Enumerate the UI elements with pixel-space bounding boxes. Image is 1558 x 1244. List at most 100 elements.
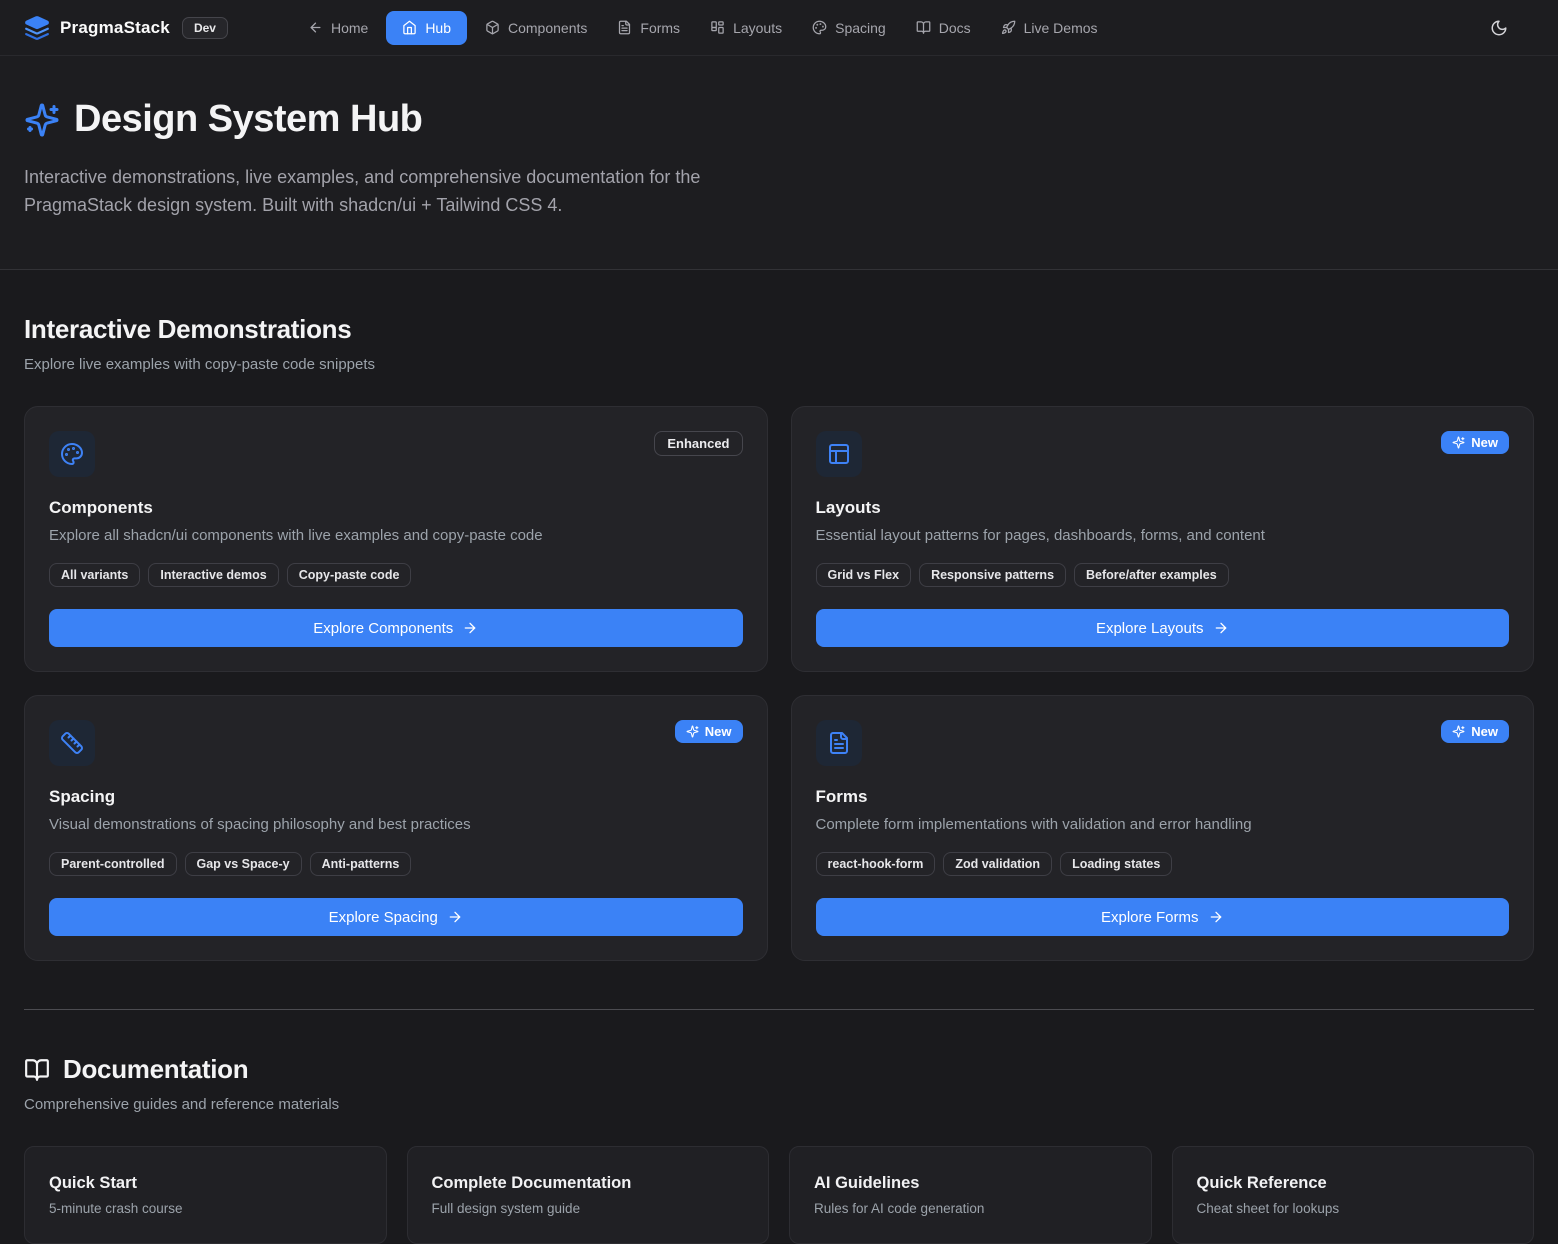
doc-card-complete-documentation[interactable]: Complete Documentation Full design syste…	[407, 1146, 770, 1244]
nav-item-hub[interactable]: Hub	[386, 11, 467, 45]
nav-item-components[interactable]: Components	[473, 12, 599, 44]
nav-item-layouts[interactable]: Layouts	[698, 12, 794, 44]
doc-card-description: 5-minute crash course	[49, 1201, 362, 1216]
nav-item-live-demos[interactable]: Live Demos	[989, 12, 1110, 44]
nav-item-spacing[interactable]: Spacing	[800, 12, 898, 44]
status-badge: Enhanced	[654, 431, 742, 456]
documentation-section-head: Documentation Comprehensive guides and r…	[24, 1054, 1534, 1113]
tag: Before/after examples	[1074, 563, 1229, 587]
tag: Gap vs Space-y	[185, 852, 302, 876]
card-title: Layouts	[816, 498, 1510, 518]
nav-label: Hub	[425, 20, 451, 36]
nav-label: Docs	[939, 20, 971, 36]
button-label: Explore Spacing	[329, 909, 438, 926]
tag: Responsive patterns	[919, 563, 1066, 587]
package-icon	[485, 20, 500, 35]
button-label: Explore Layouts	[1096, 620, 1204, 637]
hero-section: Design System Hub Interactive demonstrat…	[0, 56, 1558, 270]
demo-card-components: Enhanced Components Explore all shadcn/u…	[24, 406, 768, 672]
nav-item-forms[interactable]: Forms	[605, 12, 692, 44]
page-description: Interactive demonstrations, live example…	[24, 163, 764, 219]
nav-label: Components	[508, 20, 587, 36]
moon-icon	[1490, 19, 1508, 37]
arrow-right-icon	[1213, 620, 1229, 636]
nav-label: Spacing	[835, 20, 886, 36]
tag: Copy-paste code	[287, 563, 412, 587]
tag: Parent-controlled	[49, 852, 177, 876]
theme-toggle-button[interactable]	[1482, 11, 1516, 45]
book-open-icon	[916, 20, 931, 35]
documentation-heading: Documentation	[63, 1054, 248, 1085]
tag: Grid vs Flex	[816, 563, 912, 587]
sparkles-icon	[1452, 436, 1465, 449]
doc-card-title: Quick Start	[49, 1174, 362, 1193]
arrow-right-icon	[447, 909, 463, 925]
tag: react-hook-form	[816, 852, 936, 876]
button-label: Explore Components	[313, 620, 453, 637]
arrow-right-icon	[462, 620, 478, 636]
button-label: Explore Forms	[1101, 909, 1199, 926]
doc-card-title: AI Guidelines	[814, 1174, 1127, 1193]
nav-label: Forms	[640, 20, 680, 36]
tag: All variants	[49, 563, 140, 587]
brand[interactable]: PragmaStack	[24, 15, 170, 41]
nav-item-home[interactable]: Home	[296, 12, 380, 44]
card-description: Complete form implementations with valid…	[816, 816, 1510, 833]
doc-card-title: Quick Reference	[1197, 1174, 1510, 1193]
nav-label: Live Demos	[1024, 20, 1098, 36]
main-nav: Home Hub Components Forms Layouts	[296, 11, 1110, 45]
nav-label: Home	[331, 20, 368, 36]
demo-card-grid: Enhanced Components Explore all shadcn/u…	[24, 406, 1534, 961]
panels-icon	[816, 431, 862, 477]
explore-layouts-button[interactable]: Explore Layouts	[816, 609, 1510, 647]
arrow-right-icon	[1208, 909, 1224, 925]
env-badge: Dev	[182, 17, 228, 39]
demo-card-forms: New Forms Complete form implementations …	[791, 695, 1535, 961]
card-description: Essential layout patterns for pages, das…	[816, 527, 1510, 544]
card-title: Forms	[816, 787, 1510, 807]
card-description: Visual demonstrations of spacing philoso…	[49, 816, 743, 833]
palette-icon	[812, 20, 827, 35]
sparkles-icon	[1452, 725, 1465, 738]
nav-label: Layouts	[733, 20, 782, 36]
main-content: Interactive Demonstrations Explore live …	[0, 314, 1558, 1244]
book-open-icon	[24, 1057, 50, 1083]
page-title: Design System Hub	[74, 98, 422, 141]
explore-forms-button[interactable]: Explore Forms	[816, 898, 1510, 936]
sparkles-icon	[686, 725, 699, 738]
doc-card-quick-reference[interactable]: Quick Reference Cheat sheet for lookups	[1172, 1146, 1535, 1244]
sparkles-icon	[24, 102, 60, 138]
doc-card-description: Rules for AI code generation	[814, 1201, 1127, 1216]
ruler-icon	[49, 720, 95, 766]
status-badge: New	[1441, 720, 1509, 743]
explore-components-button[interactable]: Explore Components	[49, 609, 743, 647]
doc-card-description: Cheat sheet for lookups	[1197, 1201, 1510, 1216]
doc-card-ai-guidelines[interactable]: AI Guidelines Rules for AI code generati…	[789, 1146, 1152, 1244]
tag: Interactive demos	[148, 563, 278, 587]
status-badge: New	[1441, 431, 1509, 454]
brand-name: PragmaStack	[60, 18, 170, 38]
nav-item-docs[interactable]: Docs	[904, 12, 983, 44]
status-badge: New	[675, 720, 743, 743]
file-text-icon	[617, 20, 632, 35]
tag: Loading states	[1060, 852, 1172, 876]
demo-card-spacing: New Spacing Visual demonstrations of spa…	[24, 695, 768, 961]
demos-section-head: Interactive Demonstrations Explore live …	[24, 314, 1534, 373]
badge-label: New	[705, 724, 732, 739]
explore-spacing-button[interactable]: Explore Spacing	[49, 898, 743, 936]
doc-card-title: Complete Documentation	[432, 1174, 745, 1193]
layout-grid-icon	[710, 20, 725, 35]
arrow-left-icon	[308, 20, 323, 35]
file-text-icon	[816, 720, 862, 766]
navbar: PragmaStack Dev Home Hub Components Form	[0, 0, 1558, 56]
badge-label: New	[1471, 435, 1498, 450]
doc-card-description: Full design system guide	[432, 1201, 745, 1216]
demo-card-layouts: New Layouts Essential layout patterns fo…	[791, 406, 1535, 672]
doc-card-quick-start[interactable]: Quick Start 5-minute crash course	[24, 1146, 387, 1244]
tag: Anti-patterns	[310, 852, 412, 876]
card-title: Components	[49, 498, 743, 518]
home-icon	[402, 20, 417, 35]
layers-logo-icon	[24, 15, 50, 41]
demos-subheading: Explore live examples with copy-paste co…	[24, 356, 1534, 373]
doc-card-grid: Quick Start 5-minute crash course Comple…	[24, 1146, 1534, 1244]
